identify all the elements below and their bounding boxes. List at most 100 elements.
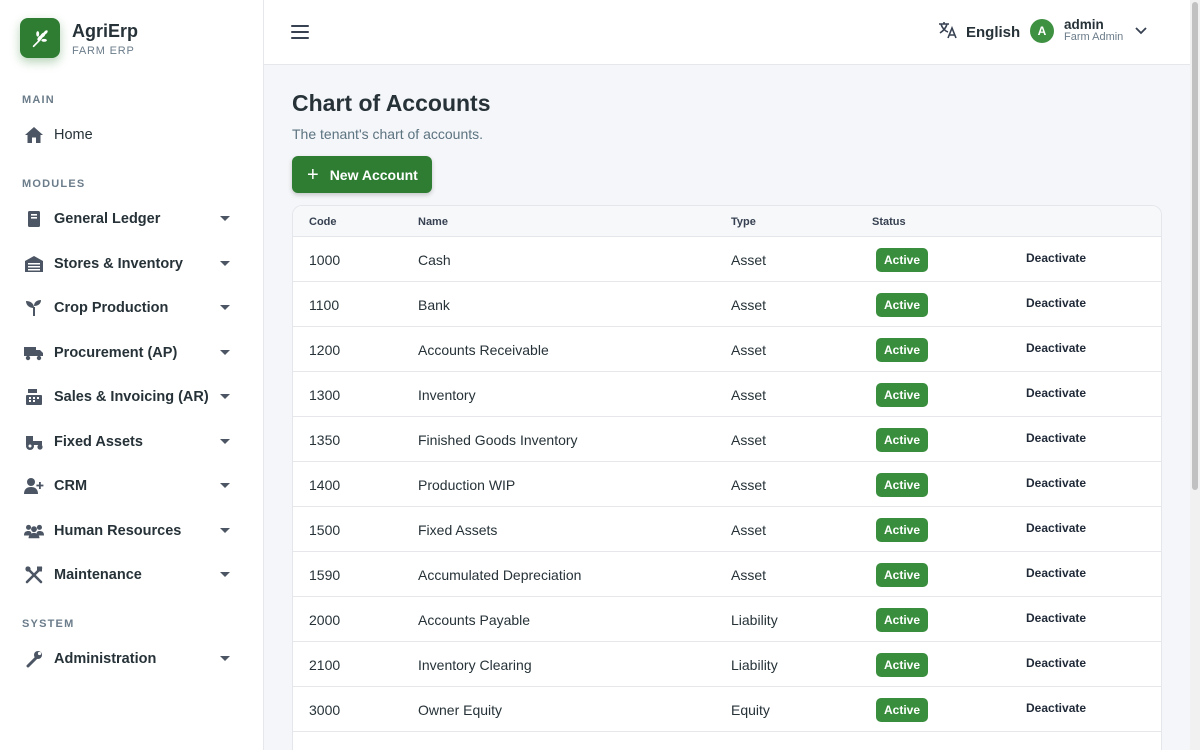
cash-register-icon xyxy=(24,387,44,407)
new-account-button[interactable]: + New Account xyxy=(292,156,432,193)
table-row: 1350 Finished Goods Inventory Asset Acti… xyxy=(293,417,1161,462)
cell-type: Asset xyxy=(731,342,767,358)
warehouse-icon xyxy=(24,254,44,274)
brand-subtitle: FARM ERP xyxy=(72,44,135,57)
translate-icon xyxy=(938,20,958,45)
cell-code: 1590 xyxy=(309,567,341,583)
page-subtitle: The tenant's chart of accounts. xyxy=(292,126,484,142)
deactivate-button[interactable]: Deactivate xyxy=(1026,251,1086,265)
sidebar-item-label: Sales & Invoicing (AR) xyxy=(54,389,209,405)
scrollbar-thumb[interactable] xyxy=(1192,2,1198,490)
caret-down-icon xyxy=(220,216,230,221)
wrench-icon xyxy=(24,649,44,669)
sidebar-item-label: Stores & Inventory xyxy=(54,256,183,272)
status-badge: Active xyxy=(876,518,929,542)
deactivate-button[interactable]: Deactivate xyxy=(1026,386,1086,400)
cell-code: 1000 xyxy=(309,252,341,268)
cell-code: 1400 xyxy=(309,477,341,493)
deactivate-button[interactable]: Deactivate xyxy=(1026,431,1086,445)
table-row: 1100 Bank Asset Active Deactivate xyxy=(293,282,1161,327)
sidebar-item-general-ledger[interactable]: General Ledger xyxy=(24,203,240,235)
cell-type: Equity xyxy=(731,702,770,718)
cell-name: Cash xyxy=(418,252,451,268)
table-row: 2100 Inventory Clearing Liability Active… xyxy=(293,642,1161,687)
cell-type: Asset xyxy=(731,477,767,493)
status-badge: Active xyxy=(876,653,929,677)
brand-name: AgriErp xyxy=(72,20,139,41)
user-role: Farm Admin xyxy=(1064,31,1124,43)
tractor-icon xyxy=(24,432,44,452)
column-header-type: Type xyxy=(731,216,756,228)
sidebar-item-administration[interactable]: Administration xyxy=(24,643,240,675)
cell-type: Asset xyxy=(731,432,767,448)
book-icon xyxy=(24,209,44,229)
chevron-down-icon xyxy=(1135,22,1147,40)
caret-down-icon xyxy=(220,528,230,533)
language-label: English xyxy=(966,24,1021,41)
cell-code: 2000 xyxy=(309,612,341,628)
deactivate-button[interactable]: Deactivate xyxy=(1026,656,1086,670)
caret-down-icon xyxy=(220,261,230,266)
caret-down-icon xyxy=(220,656,230,661)
status-badge: Active xyxy=(876,338,929,362)
deactivate-button[interactable]: Deactivate xyxy=(1026,611,1086,625)
sidebar-item-procurement[interactable]: Procurement (AP) xyxy=(24,337,240,369)
cell-code: 1300 xyxy=(309,387,341,403)
table-row: 1400 Production WIP Asset Active Deactiv… xyxy=(293,462,1161,507)
sidebar: AgriErp FARM ERP MAIN Home MODULES Gener… xyxy=(0,0,264,750)
caret-down-icon xyxy=(220,439,230,444)
avatar: A xyxy=(1030,19,1054,43)
brand[interactable]: AgriErp FARM ERP xyxy=(20,18,138,58)
cell-type: Liability xyxy=(731,612,778,628)
truck-icon xyxy=(24,343,44,363)
cell-name: Inventory Clearing xyxy=(418,657,532,673)
caret-down-icon xyxy=(220,394,230,399)
sidebar-item-label: Administration xyxy=(54,651,157,667)
deactivate-button[interactable]: Deactivate xyxy=(1026,476,1086,490)
status-badge: Active xyxy=(876,473,929,497)
table-row: 2000 Accounts Payable Liability Active D… xyxy=(293,597,1161,642)
home-icon xyxy=(24,125,44,145)
user-name: admin xyxy=(1064,17,1104,32)
cell-name: Accounts Payable xyxy=(418,612,531,628)
column-header-name: Name xyxy=(418,216,448,228)
table-row xyxy=(293,732,1161,750)
sidebar-item-crop-production[interactable]: Crop Production xyxy=(24,292,240,324)
sidebar-item-label: Procurement (AP) xyxy=(54,345,178,361)
status-badge: Active xyxy=(876,608,929,632)
user-plus-icon xyxy=(24,476,44,496)
sidebar-item-home[interactable]: Home xyxy=(24,119,240,151)
page-scrollbar[interactable] xyxy=(1190,0,1200,750)
sidebar-item-label: Crop Production xyxy=(54,300,169,316)
cell-code: 1100 xyxy=(309,297,340,313)
deactivate-button[interactable]: Deactivate xyxy=(1026,341,1086,355)
cell-name: Production WIP xyxy=(418,477,516,493)
cell-type: Asset xyxy=(731,387,767,403)
accounts-table: Code Name Type Status 1000 Cash Asset Ac… xyxy=(292,205,1162,750)
sidebar-item-human-resources[interactable]: Human Resources xyxy=(24,515,240,547)
user-menu[interactable]: A admin Farm Admin xyxy=(1030,18,1147,44)
menu-toggle-icon[interactable] xyxy=(291,25,309,39)
sidebar-item-fixed-assets[interactable]: Fixed Assets xyxy=(24,426,240,458)
cell-name: Accounts Receivable xyxy=(418,342,549,358)
sidebar-item-label: General Ledger xyxy=(54,211,161,227)
table-row: 1500 Fixed Assets Asset Active Deactivat… xyxy=(293,507,1161,552)
column-header-code: Code xyxy=(309,216,337,228)
people-icon xyxy=(24,521,44,541)
sidebar-item-label: Maintenance xyxy=(54,567,142,583)
sidebar-item-maintenance[interactable]: Maintenance xyxy=(24,559,240,591)
deactivate-button[interactable]: Deactivate xyxy=(1026,566,1086,580)
sidebar-item-crm[interactable]: CRM xyxy=(24,470,240,502)
sidebar-item-stores-inventory[interactable]: Stores & Inventory xyxy=(24,248,240,280)
caret-down-icon xyxy=(220,483,230,488)
caret-down-icon xyxy=(220,572,230,577)
language-selector[interactable]: English xyxy=(938,20,1020,45)
table-row: 1300 Inventory Asset Active Deactivate xyxy=(293,372,1161,417)
deactivate-button[interactable]: Deactivate xyxy=(1026,521,1086,535)
deactivate-button[interactable]: Deactivate xyxy=(1026,296,1086,310)
sidebar-item-sales-invoicing[interactable]: Sales & Invoicing (AR) xyxy=(24,381,240,413)
deactivate-button[interactable]: Deactivate xyxy=(1026,701,1086,715)
cell-name: Finished Goods Inventory xyxy=(418,432,578,448)
new-account-label: New Account xyxy=(329,166,418,183)
status-badge: Active xyxy=(876,293,929,317)
